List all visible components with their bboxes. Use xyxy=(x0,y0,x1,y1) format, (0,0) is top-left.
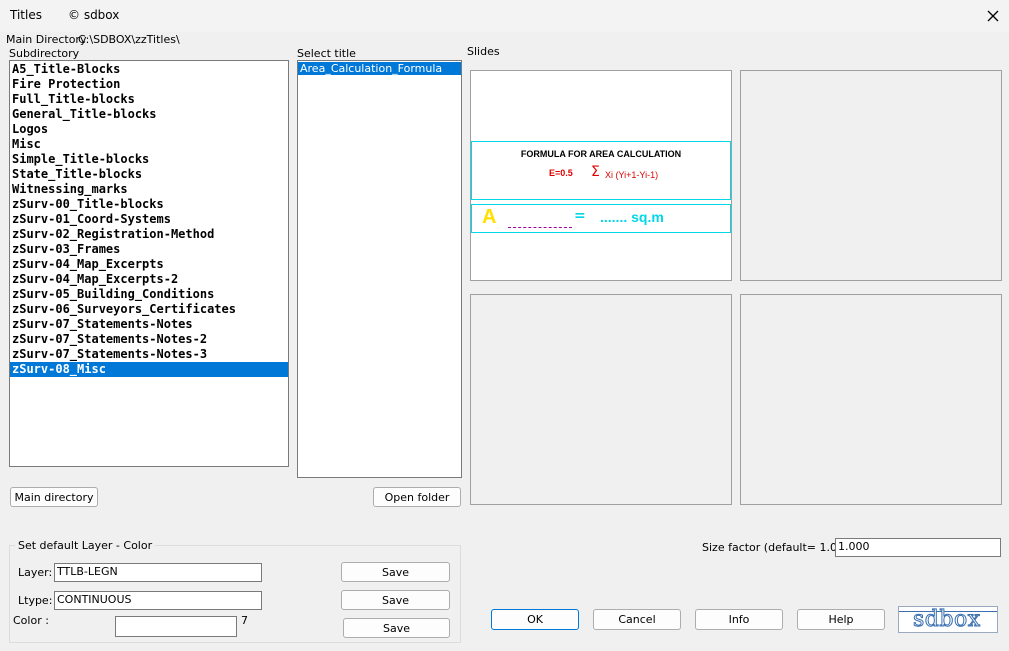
slide-preview-4[interactable] xyxy=(740,294,1002,505)
area-symbol: A xyxy=(482,206,497,228)
color-number: 7 xyxy=(241,614,248,627)
list-item[interactable]: Fire Protection xyxy=(10,77,288,92)
close-button[interactable] xyxy=(978,4,1008,28)
close-icon xyxy=(987,10,999,22)
list-item[interactable]: zSurv-01_Coord-Systems xyxy=(10,212,288,227)
ltype-label: Ltype: xyxy=(18,594,53,607)
formula-heading: FORMULA FOR AREA CALCULATION xyxy=(520,149,682,159)
formula-left: E=0.5 xyxy=(549,168,573,178)
list-item[interactable]: zSurv-07_Statements-Notes xyxy=(10,317,288,332)
layer-label: Layer: xyxy=(18,566,53,579)
list-item[interactable]: Logos xyxy=(10,122,288,137)
list-item[interactable]: zSurv-00_Title-blocks xyxy=(10,197,288,212)
save-layer-button[interactable]: Save xyxy=(341,562,450,582)
list-item[interactable]: Misc xyxy=(10,137,288,152)
main-directory-label: Main Directory xyxy=(6,33,87,46)
list-item[interactable]: State_Title-blocks xyxy=(10,167,288,182)
cancel-button[interactable]: Cancel xyxy=(593,609,681,630)
size-factor-input[interactable]: 1.000 xyxy=(835,538,1001,557)
help-button[interactable]: Help xyxy=(797,609,885,630)
list-item[interactable]: Simple_Title-blocks xyxy=(10,152,288,167)
area-frame: A = ....... sq.m xyxy=(471,204,731,233)
save-ltype-button[interactable]: Save xyxy=(341,590,450,610)
ltype-input[interactable]: CONTINUOUS xyxy=(54,591,262,610)
list-item[interactable]: zSurv-07_Statements-Notes-2 xyxy=(10,332,288,347)
sdbox-logo: sdbox xyxy=(898,606,998,633)
select-title-label: Select title xyxy=(297,47,356,60)
ok-button[interactable]: OK xyxy=(491,609,579,630)
slide-preview-2[interactable] xyxy=(740,70,1002,281)
color-label: Color : xyxy=(13,614,49,627)
list-item[interactable]: Witnessing_marks xyxy=(10,182,288,197)
logo-text: sdbox xyxy=(913,607,981,633)
area-equals: = xyxy=(574,208,586,224)
area-value: ....... sq.m xyxy=(600,209,664,225)
window-title: Titles xyxy=(10,8,42,22)
layer-color-group-title: Set default Layer - Color xyxy=(15,539,156,552)
list-item[interactable]: A5_Title-Blocks xyxy=(10,62,288,77)
slide-preview-1[interactable]: FORMULA FOR AREA CALCULATION E=0.5 Σ Xi … xyxy=(470,70,732,281)
window-copyright: © sdbox xyxy=(68,8,120,22)
area-underline xyxy=(508,227,572,228)
list-item[interactable]: Area_Calculation_Formula xyxy=(298,62,461,75)
list-item[interactable]: zSurv-04_Map_Excerpts-2 xyxy=(10,272,288,287)
formula-frame: FORMULA FOR AREA CALCULATION E=0.5 Σ Xi … xyxy=(471,141,731,200)
info-button[interactable]: Info xyxy=(695,609,783,630)
list-item[interactable]: General_Title-blocks xyxy=(10,107,288,122)
title-bar xyxy=(0,0,1009,32)
list-item[interactable]: zSurv-05_Building_Conditions xyxy=(10,287,288,302)
main-directory-path: C:\SDBOX\zzTitles\ xyxy=(78,33,180,46)
slide-preview-3[interactable] xyxy=(470,294,732,505)
list-item[interactable]: zSurv-07_Statements-Notes-3 xyxy=(10,347,288,362)
select-title-list[interactable]: Area_Calculation_Formula xyxy=(297,60,462,478)
main-directory-button[interactable]: Main directory xyxy=(10,487,98,507)
open-folder-button[interactable]: Open folder xyxy=(373,487,461,507)
save-color-button[interactable]: Save xyxy=(343,618,450,638)
size-factor-label: Size factor (default= 1.00): xyxy=(702,541,852,554)
slides-label: Slides xyxy=(467,45,500,58)
color-swatch[interactable] xyxy=(115,616,237,637)
subdirectory-label: Subdirectory xyxy=(9,47,80,60)
list-item[interactable]: zSurv-08_Misc xyxy=(10,362,288,377)
subdirectory-list[interactable]: A5_Title-Blocks Fire Protection Full_Title… xyxy=(9,60,289,467)
list-item[interactable]: zSurv-03_Frames xyxy=(10,242,288,257)
list-item[interactable]: Full_Title-blocks xyxy=(10,92,288,107)
list-item[interactable]: zSurv-06_Surveyors_Certificates xyxy=(10,302,288,317)
list-item[interactable]: zSurv-04_Map_Excerpts xyxy=(10,257,288,272)
formula-right: Xi (Yi+1-Yi-1) xyxy=(605,170,659,180)
layer-input[interactable]: TTLB-LEGN xyxy=(54,563,262,582)
list-item[interactable]: zSurv-02_Registration-Method xyxy=(10,227,288,242)
formula-sigma: Σ xyxy=(591,164,600,180)
